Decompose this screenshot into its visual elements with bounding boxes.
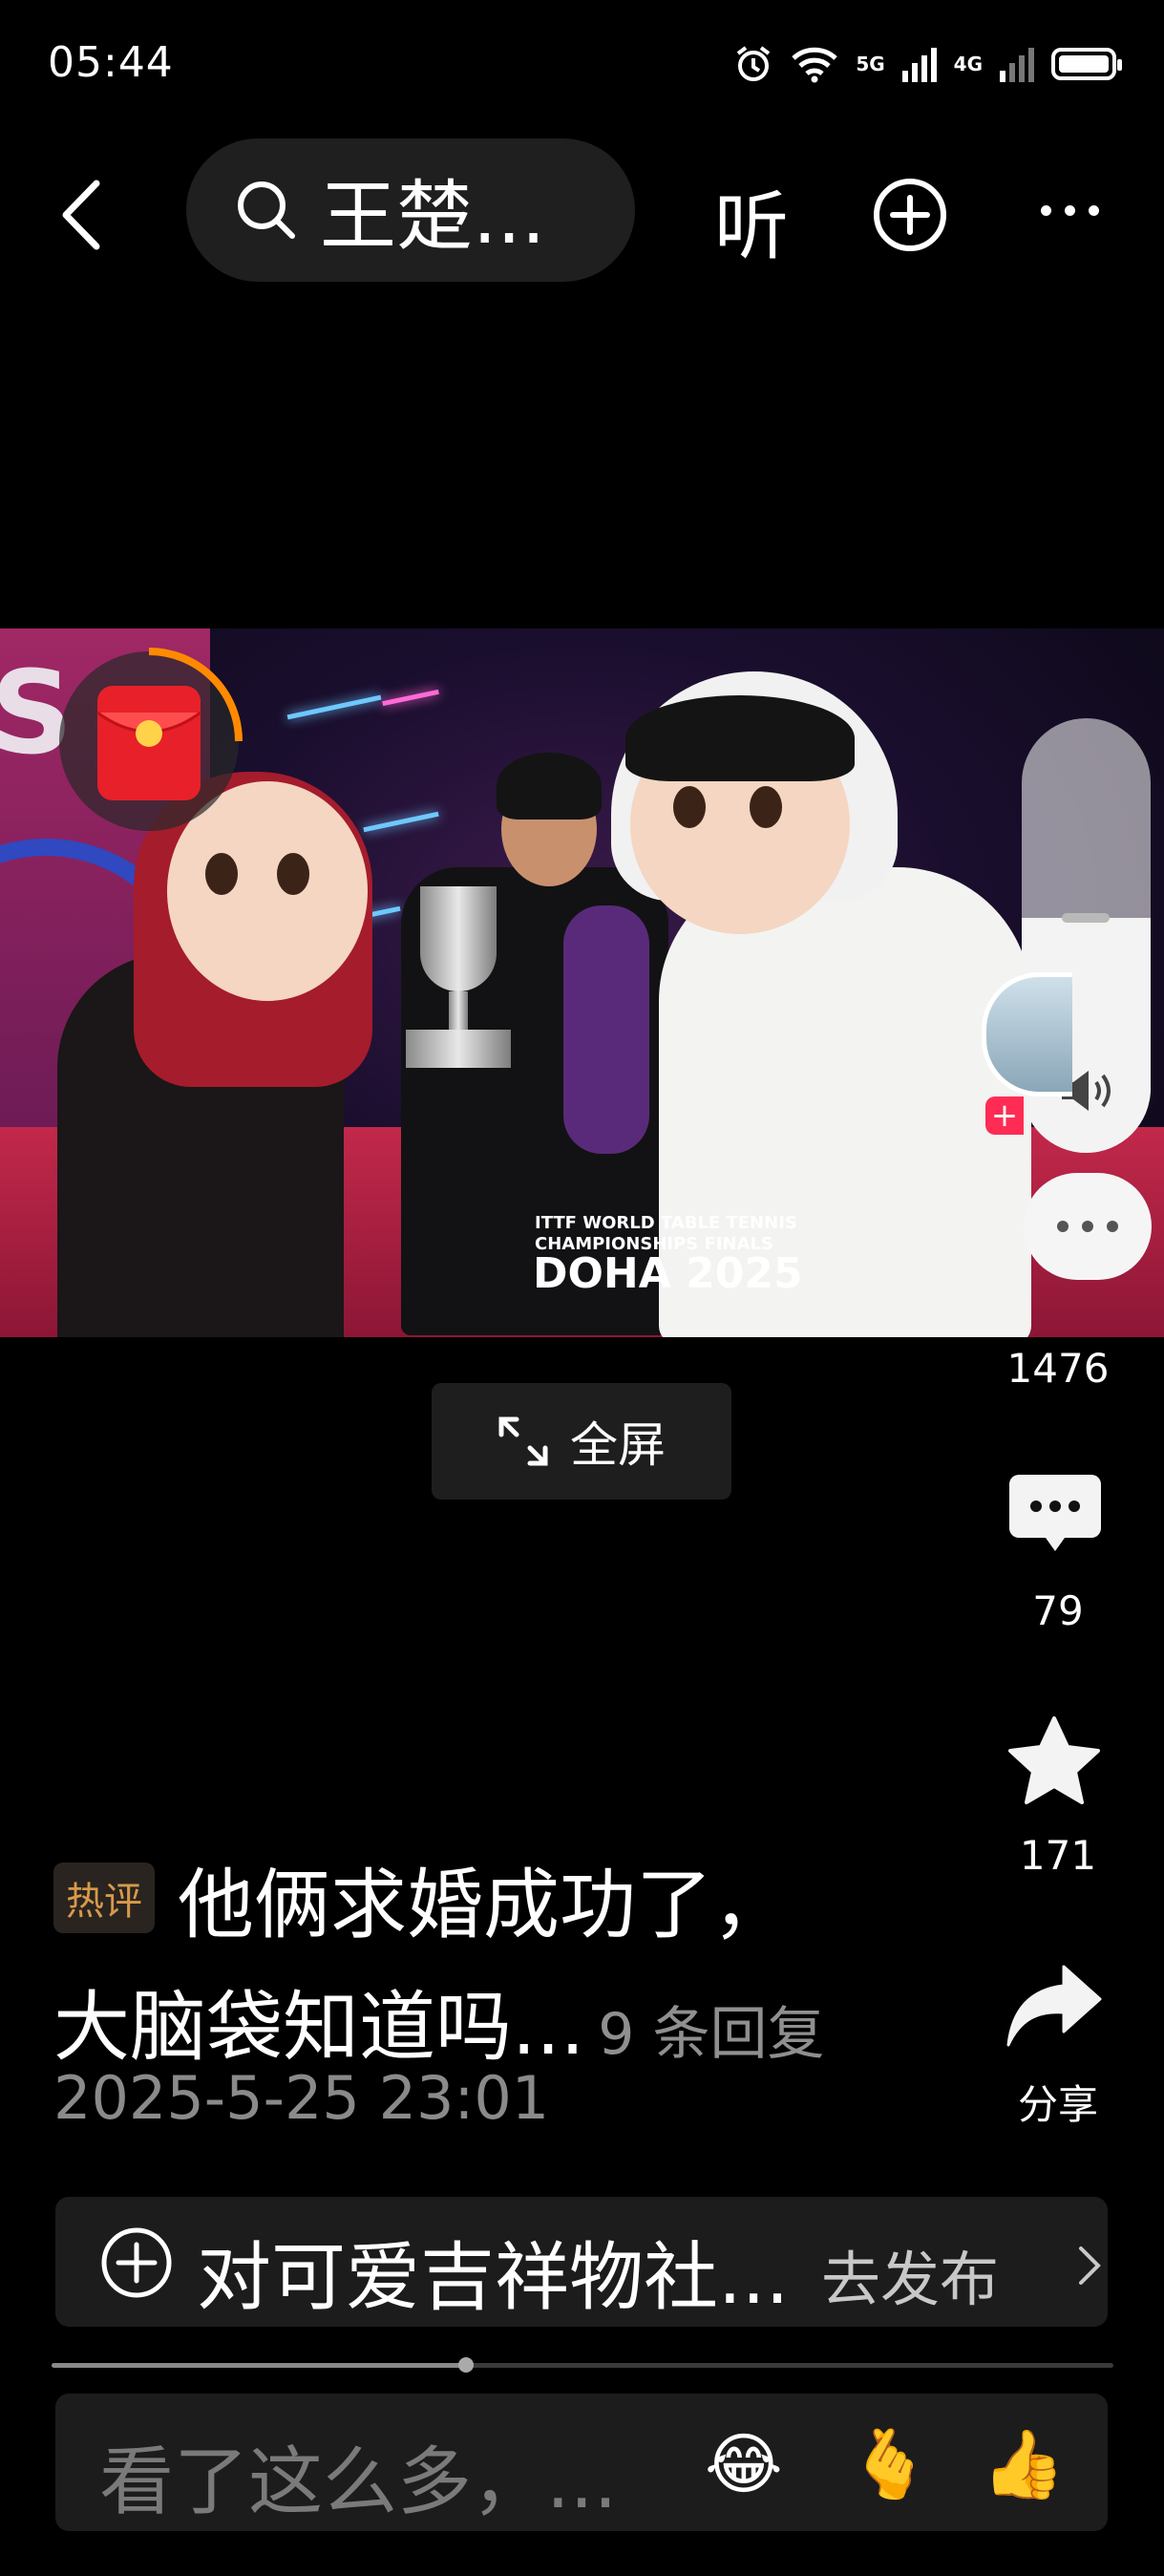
share-label: 分享 <box>1017 2081 1098 2128</box>
video-progress-bar[interactable] <box>52 2357 1113 2373</box>
reply-count[interactable]: 9 条回复 <box>598 2001 824 2068</box>
more-bubble-button[interactable] <box>1024 1173 1152 1280</box>
battery-icon <box>1051 48 1122 80</box>
more-options-button[interactable] <box>1031 191 1108 229</box>
add-circle-icon <box>101 2227 172 2298</box>
add-circle-icon[interactable] <box>872 177 948 253</box>
red-packet-icon[interactable] <box>55 646 246 837</box>
hot-comment-line2[interactable]: 大脑袋知道吗... 9 条回复 <box>53 1966 825 2076</box>
star-icon[interactable] <box>1005 1714 1104 1810</box>
comment-date: 2025-5-25 23:01 <box>53 2063 550 2133</box>
chevron-left-icon <box>62 180 100 250</box>
search-query: 王楚... <box>320 172 546 261</box>
comment-count: 79 <box>1032 1587 1084 1634</box>
network-5g-label: 5G <box>856 53 885 75</box>
search-icon <box>238 181 295 239</box>
banner-line1: ITTF WORLD TABLE TENNIS <box>535 1213 797 1233</box>
like-count: 1476 <box>1006 1345 1110 1392</box>
progress-fill <box>52 2363 466 2368</box>
publish-bar[interactable]: 对可爱吉祥物社... 去发布 <box>55 2197 1108 2327</box>
comment-placeholder: 看了这么多，... <box>99 2439 618 2525</box>
wifi-icon <box>792 47 838 83</box>
back-button[interactable] <box>48 172 115 258</box>
signal-5g-icon <box>901 46 937 82</box>
hot-comment-line1[interactable]: 他俩求婚成功了， <box>178 1843 789 1954</box>
fullscreen-button[interactable]: 全屏 <box>432 1383 731 1500</box>
share-icon[interactable] <box>1005 1963 1104 2049</box>
expand-icon <box>498 1416 548 1466</box>
status-icons: 5G 4G <box>733 40 1122 88</box>
thumbs-up-emoji-button[interactable]: 👍 <box>982 2426 1065 2502</box>
search-bar[interactable]: 王楚... <box>186 138 635 282</box>
publish-prompt: 对可爱吉祥物社... <box>197 2235 790 2321</box>
laughing-emoji-button[interactable]: 😂 <box>705 2426 783 2502</box>
favorite-count: 171 <box>1019 1832 1097 1879</box>
network-4g-label: 4G <box>953 53 983 75</box>
fullscreen-label: 全屏 <box>570 1417 666 1473</box>
heart-fingers-emoji-button[interactable]: 🫰 <box>848 2426 931 2502</box>
comment-input[interactable]: 看了这么多，... 😂 🫰 👍 <box>55 2394 1108 2531</box>
listen-button[interactable]: 听 <box>714 167 789 274</box>
publish-button[interactable]: 去发布 <box>821 2231 999 2317</box>
status-time: 05:44 <box>48 38 174 87</box>
chevron-right-icon <box>1079 2246 1101 2285</box>
volume-handle[interactable] <box>1062 913 1110 924</box>
signal-4g-icon <box>1000 46 1034 82</box>
comment-icon[interactable] <box>1007 1471 1103 1557</box>
alarm-icon <box>737 46 771 81</box>
progress-knob[interactable] <box>457 2357 474 2373</box>
hot-comment-badge: 热评 <box>53 1863 155 1933</box>
banner-city: DOHA 2025 <box>533 1249 803 1298</box>
hot-comment-text: 大脑袋知道吗... <box>53 1983 585 2072</box>
follow-button[interactable]: + <box>985 1096 1024 1135</box>
